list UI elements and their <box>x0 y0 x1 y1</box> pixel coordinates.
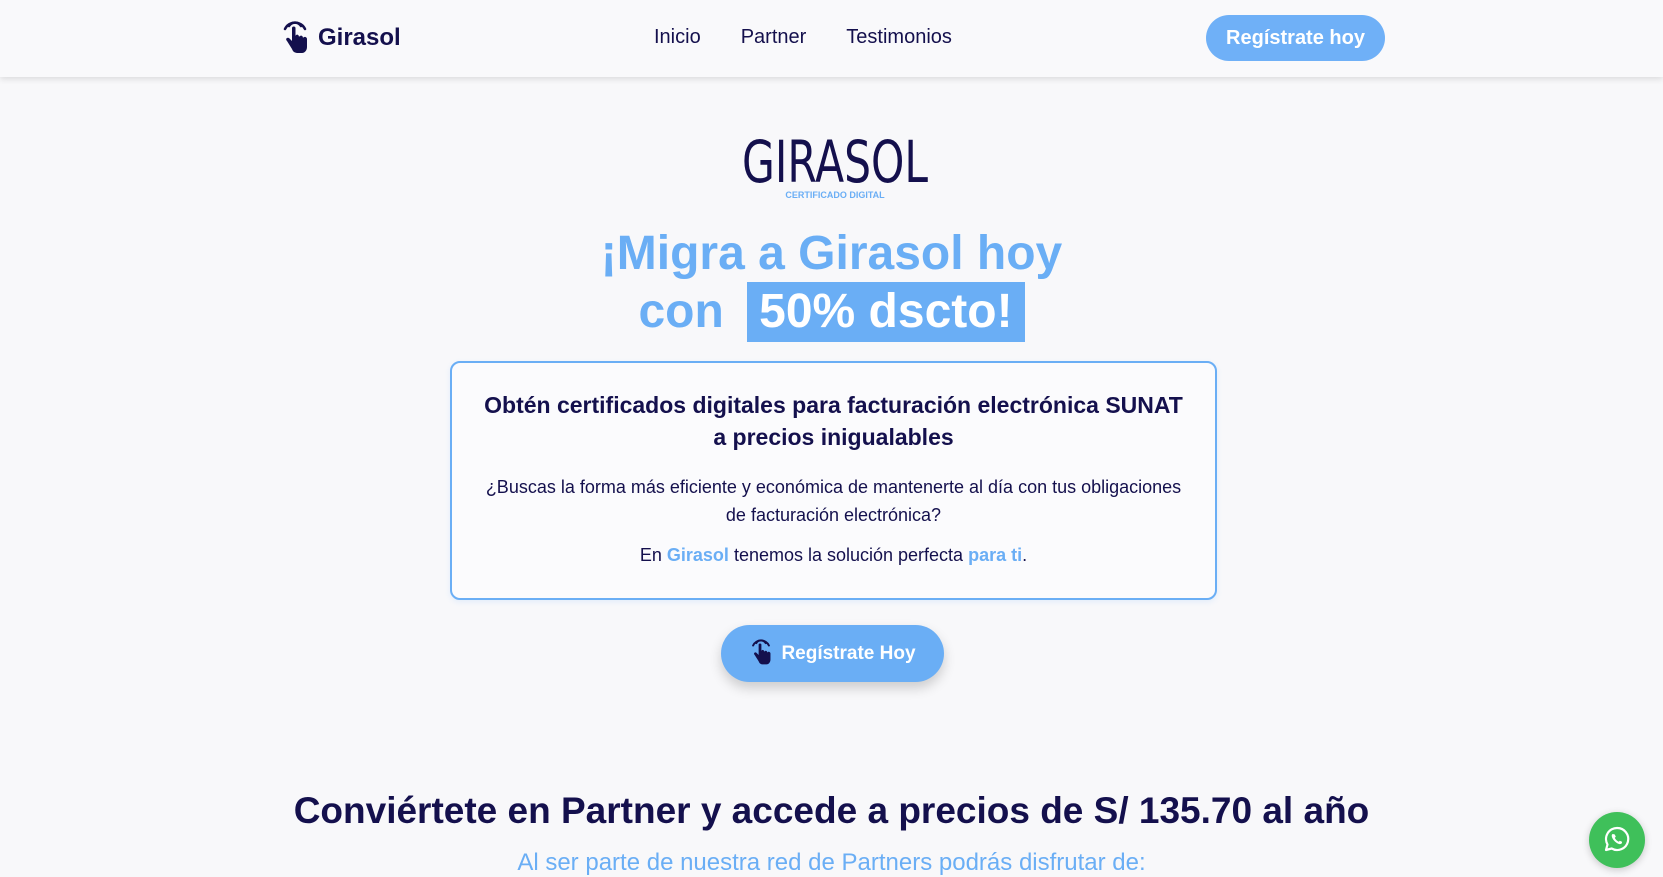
solution-accent: para ti <box>968 545 1023 565</box>
girasol-logo: GIRASOL CERTIFICADO DIGITAL <box>740 128 930 200</box>
register-button-label: Regístrate Hoy <box>781 642 916 664</box>
card-solution-text: En Girasol tenemos la solución perfecta … <box>452 545 1215 566</box>
headline-prefix: con <box>638 285 724 338</box>
logo-text: GIRASOL <box>742 128 928 196</box>
main-nav: Inicio Partner Testimonios <box>654 26 952 49</box>
brand-name: Girasol <box>318 24 401 51</box>
headline-line1: ¡Migra a Girasol hoy <box>600 227 1063 280</box>
nav-link-testimonios[interactable]: Testimonios <box>846 26 952 49</box>
card-title: Obtén certificados digitales para factur… <box>484 392 1183 450</box>
solution-end: . <box>1022 545 1028 565</box>
whatsapp-icon <box>1602 824 1632 857</box>
card-question: ¿Buscas la forma más eficiente y económi… <box>485 477 1182 525</box>
nav-link-inicio[interactable]: Inicio <box>654 26 701 49</box>
partner-section-subtitle: Al ser parte de nuestra red de Partners … <box>517 849 1146 876</box>
touch-hand-icon <box>280 17 310 60</box>
info-card: Obtén certificados digitales para factur… <box>450 361 1217 600</box>
logo-tagline: CERTIFICADO DIGITAL <box>785 190 885 200</box>
brand-logo[interactable]: Girasol <box>280 18 401 58</box>
solution-prefix: En <box>639 545 662 565</box>
hero-headline: ¡Migra a Girasol hoy con 50% dscto! <box>0 226 1663 342</box>
discount-highlight: 50% dscto! <box>747 282 1025 342</box>
solution-brand: Girasol <box>666 545 729 565</box>
partner-section-title: Conviértete en Partner y accede a precio… <box>293 790 1370 831</box>
register-button-nav[interactable]: Regístrate hoy <box>1206 15 1385 61</box>
whatsapp-button[interactable] <box>1589 812 1645 868</box>
register-button-hero[interactable]: Regístrate Hoy <box>721 625 944 682</box>
solution-middle: tenemos la solución perfecta <box>733 545 964 565</box>
touch-hand-icon <box>749 636 773 672</box>
top-navbar: Girasol Inicio Partner Testimonios Regís… <box>0 0 1663 77</box>
nav-link-partner[interactable]: Partner <box>741 26 807 49</box>
